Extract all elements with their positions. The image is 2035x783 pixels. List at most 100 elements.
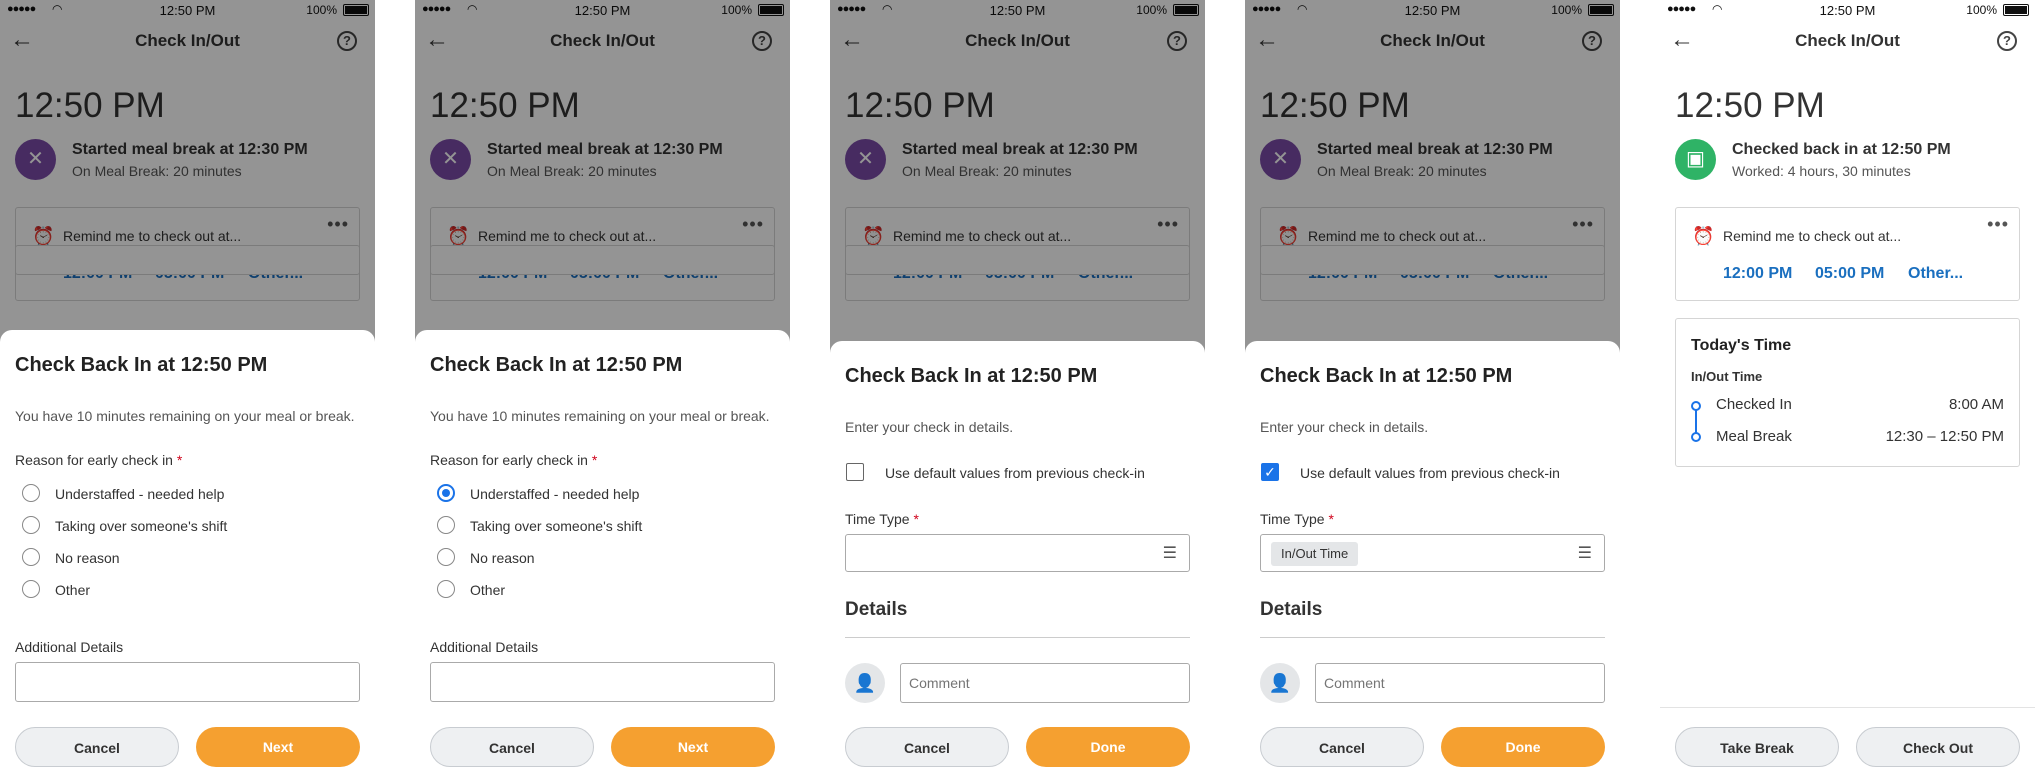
meal-break-label: Meal Break [1716, 428, 1792, 445]
screen-early-checkin: ●●●●● ◠ 12:50 PM 100% ← Check In/Out ? 1… [0, 0, 375, 783]
early-checkin-sheet: Check Back In at 12:50 PM You have 10 mi… [415, 330, 790, 783]
radio-label-understaffed: Understaffed - needed help [470, 486, 640, 502]
radio-understaffed[interactable] [437, 484, 455, 502]
radio-understaffed[interactable] [22, 484, 40, 502]
time-type-label: Time Type * [1260, 511, 1334, 527]
status-title: Checked back in at 12:50 PM [1732, 141, 1951, 158]
list-icon: ☰ [1577, 545, 1592, 562]
additional-details-label: Additional Details [15, 639, 124, 655]
additional-details-input[interactable] [15, 662, 360, 702]
todays-time-subtitle: In/Out Time [1691, 369, 1763, 384]
details-divider [1260, 637, 1605, 638]
user-avatar-icon: 👤 [845, 663, 885, 703]
sheet-title: Check Back In at 12:50 PM [1260, 365, 1513, 387]
nav-bar: ← Check In/Out ? [1660, 20, 2035, 62]
reason-label: Reason for early check in * [15, 452, 182, 468]
additional-details-input[interactable] [430, 662, 775, 702]
checked-in-label: Checked In [1716, 396, 1792, 413]
remind-0500-button[interactable]: 05:00 PM [1815, 265, 1884, 283]
cancel-button[interactable]: Cancel [430, 727, 594, 767]
screen-checkin-details: ●●●●● ◠ 12:50 PM 100% ← Check In/Out ? 1… [830, 0, 1205, 783]
required-asterisk: * [1328, 511, 1334, 527]
list-icon: ☰ [1162, 545, 1177, 562]
radio-label-other: Other [55, 582, 91, 598]
required-asterisk: * [913, 511, 919, 527]
early-checkin-sheet: Check Back In at 12:50 PM You have 10 mi… [0, 330, 375, 783]
checkin-details-sheet: Check Back In at 12:50 PM Enter your che… [1245, 341, 1620, 783]
footer-divider [1660, 707, 2035, 708]
sheet-title: Check Back In at 12:50 PM [430, 354, 683, 376]
radio-label-taking-over: Taking over someone's shift [55, 518, 228, 534]
reason-label: Reason for early check in * [430, 452, 597, 468]
radio-taking-over[interactable] [437, 516, 455, 534]
time-type-chip[interactable]: In/Out Time [1271, 542, 1359, 566]
timeline-dot-end [1691, 432, 1701, 442]
status-subtitle: Worked: 4 hours, 30 minutes [1732, 163, 1911, 179]
details-heading: Details [845, 599, 908, 620]
sheet-subtitle: You have 10 minutes remaining on your me… [430, 408, 770, 424]
alarm-clock-icon: ⏰ [1692, 226, 1715, 246]
remind-1200-button[interactable]: 12:00 PM [1723, 265, 1792, 283]
details-heading: Details [1260, 599, 1323, 620]
current-time: 12:50 PM [1675, 86, 1825, 125]
additional-details-label: Additional Details [430, 639, 539, 655]
checked-in-value: 8:00 AM [1948, 396, 2004, 413]
battery-icon [2003, 4, 2029, 16]
page-title: Check In/Out [1795, 31, 1900, 50]
time-type-label: Time Type * [845, 511, 919, 527]
sheet-subtitle: You have 10 minutes remaining on your me… [15, 408, 355, 424]
reason-label-text: Reason for early check in [430, 452, 588, 468]
default-values-label: Use default values from previous check-i… [885, 465, 1145, 481]
time-type-label-text: Time Type [845, 511, 910, 527]
remind-other-button[interactable]: Other... [1908, 265, 1963, 283]
time-type-select[interactable]: ☰ [845, 534, 1190, 572]
reminder-text: Remind me to check out at... [1723, 228, 1902, 244]
cancel-button[interactable]: Cancel [845, 727, 1009, 767]
radio-label-other: Other [470, 582, 506, 598]
more-options-icon[interactable]: ••• [1987, 214, 2009, 235]
reminder-card: ⏰ Remind me to check out at... ••• 12:00… [1675, 207, 2020, 301]
done-button[interactable]: Done [1026, 727, 1190, 767]
calendar-icon: ▣ [1675, 139, 1716, 180]
battery-percent: 100% [1966, 3, 1997, 17]
details-divider [845, 637, 1190, 638]
radio-no-reason[interactable] [437, 548, 455, 566]
user-avatar-icon: 👤 [1260, 663, 1300, 703]
default-values-checkbox[interactable] [846, 463, 864, 481]
radio-label-no-reason: No reason [470, 550, 535, 566]
radio-taking-over[interactable] [22, 516, 40, 534]
check-out-button[interactable]: Check Out [1856, 727, 2020, 767]
done-button[interactable]: Done [1441, 727, 1605, 767]
timeline-dot-start [1691, 401, 1701, 411]
sheet-title: Check Back In at 12:50 PM [845, 365, 1098, 387]
take-break-button[interactable]: Take Break [1675, 727, 1839, 767]
sheet-title: Check Back In at 12:50 PM [15, 354, 268, 376]
comment-input[interactable] [900, 663, 1190, 703]
meal-break-value: 12:30 – 12:50 PM [1885, 428, 2004, 445]
radio-label-understaffed: Understaffed - needed help [55, 486, 225, 502]
radio-other[interactable] [437, 580, 455, 598]
cancel-button[interactable]: Cancel [15, 727, 179, 767]
radio-other[interactable] [22, 580, 40, 598]
comment-input[interactable] [1315, 663, 1605, 703]
sheet-subtitle: Enter your check in details. [845, 419, 1014, 435]
cancel-button[interactable]: Cancel [1260, 727, 1424, 767]
todays-time-title: Today's Time [1691, 337, 1792, 354]
radio-no-reason[interactable] [22, 548, 40, 566]
checkin-details-sheet: Check Back In at 12:50 PM Enter your che… [830, 341, 1205, 783]
default-values-checkbox[interactable]: ✓ [1261, 463, 1279, 481]
default-values-label: Use default values from previous check-i… [1300, 465, 1560, 481]
next-button[interactable]: Next [611, 727, 775, 767]
reason-label-text: Reason for early check in [15, 452, 173, 468]
required-asterisk: * [176, 452, 183, 468]
help-icon[interactable]: ? [1997, 31, 2017, 51]
radio-label-taking-over: Taking over someone's shift [470, 518, 643, 534]
screen-checked-in: ●●●●● ◠ 12:50 PM 100% ← Check In/Out ? 1… [1660, 0, 2035, 783]
time-type-select[interactable]: In/Out Time ☰ [1260, 534, 1605, 572]
time-type-label-text: Time Type [1260, 511, 1325, 527]
required-asterisk: * [591, 452, 598, 468]
next-button[interactable]: Next [196, 727, 360, 767]
sheet-subtitle: Enter your check in details. [1260, 419, 1429, 435]
status-bar: ●●●●● ◠ 12:50 PM 100% [1660, 0, 2035, 20]
screen-checkin-details-default: ●●●●● ◠ 12:50 PM 100% ← Check In/Out ? 1… [1245, 0, 1620, 783]
